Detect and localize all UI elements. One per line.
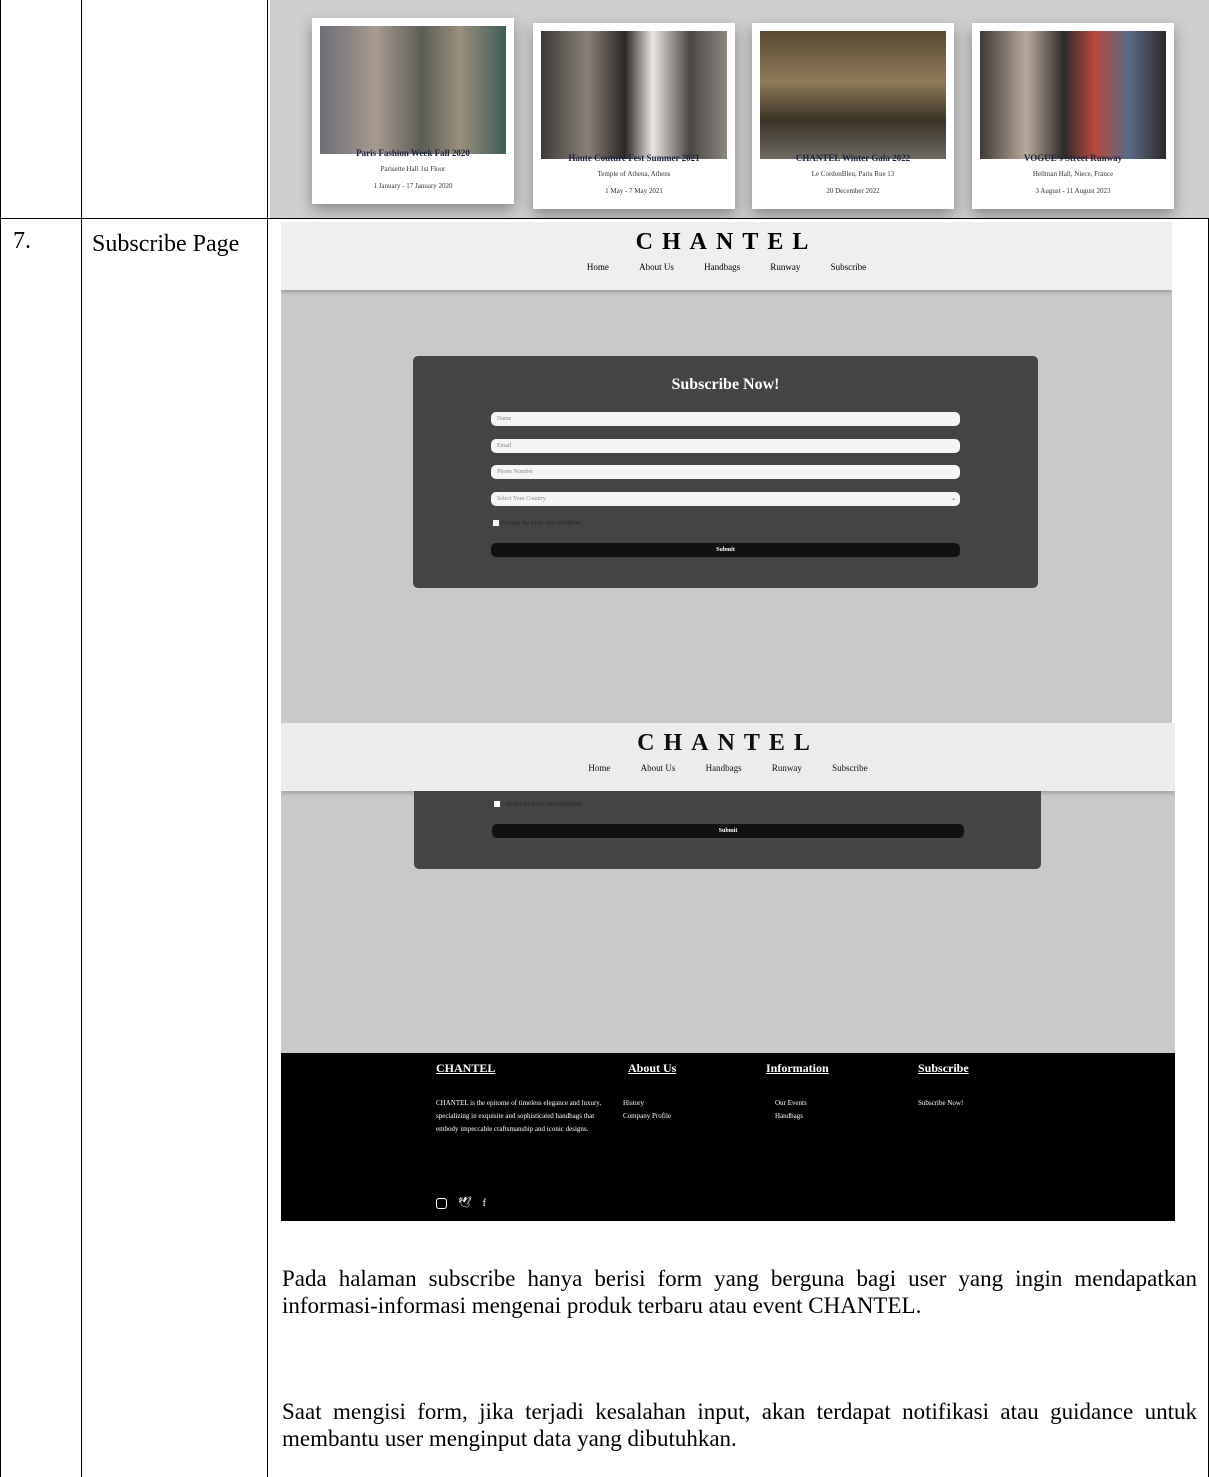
subscribe-page-scrolled-screenshot: CHANTEL Home About Us Handbags Runway Su… <box>281 723 1175 1221</box>
checkbox-box[interactable] <box>494 801 500 807</box>
name-input[interactable]: Name <box>491 412 960 426</box>
event-dates: 3 August - 11 August 2023 <box>1035 187 1111 195</box>
table-divider-1 <box>81 0 82 1477</box>
chevron-down-icon: ⌄ <box>950 496 956 502</box>
table-row-separator <box>0 218 1209 219</box>
navbar: CHANTEL Home About Us Handbags Runway Su… <box>281 723 1175 791</box>
footer-link-handbags[interactable]: Handbags <box>775 1110 803 1123</box>
subscribe-form: I accept the terms and conditions Submit <box>414 791 1041 869</box>
nav-menu: Home About Us Handbags Runway Subscribe <box>281 763 1175 773</box>
email-input[interactable]: Email <box>491 439 960 453</box>
phone-input[interactable]: Phone Number <box>491 465 960 479</box>
instagram-icon[interactable] <box>436 1197 447 1209</box>
event-card[interactable]: CHANTEL Winter Gala 2022 Le CordonBleu, … <box>752 23 954 209</box>
subscribe-page-screenshot: CHANTEL Home About Us Handbags Runway Su… <box>281 222 1172 724</box>
event-title: Haute Couture Fest Summer 2021 <box>568 153 700 163</box>
country-select-value: Select Your Country <box>497 496 546 502</box>
terms-label: I accept the terms and conditions <box>502 801 582 808</box>
country-select[interactable]: Select Your Country ⌄ <box>491 492 960 506</box>
description-paragraph-2: Saat mengisi form, jika terjadi kesalaha… <box>282 1399 1197 1451</box>
event-photo <box>320 26 506 154</box>
event-title: CHANTEL Winter Gala 2022 <box>795 153 911 163</box>
footer-link-our-events[interactable]: Our Events <box>775 1097 807 1110</box>
table-border-left <box>0 0 1 1477</box>
submit-button[interactable]: Submit <box>492 824 964 838</box>
event-card[interactable]: Paris Fashion Week Fall 2020 Parisette H… <box>312 18 514 204</box>
footer-heading-about-us: About Us <box>628 1061 677 1075</box>
event-card[interactable]: VOGUE's Street Runway Hellman Hall, Niec… <box>972 23 1174 209</box>
terms-checkbox[interactable]: I accept the terms and conditions <box>494 801 582 807</box>
site-logo[interactable]: CHANTEL <box>281 229 1172 256</box>
nav-handbags[interactable]: Handbags <box>706 763 742 773</box>
footer-link-subscribe-now[interactable]: Subscribe Now! <box>918 1097 963 1110</box>
row-number: 7. <box>13 228 31 254</box>
event-photo <box>760 31 946 159</box>
footer-link-history[interactable]: History <box>623 1097 644 1110</box>
event-location: Hellman Hall, Niece, France <box>1032 170 1114 178</box>
nav-about-us[interactable]: About Us <box>641 763 676 773</box>
event-card[interactable]: Haute Couture Fest Summer 2021 Temple of… <box>533 23 735 209</box>
event-photo <box>541 31 727 159</box>
nav-subscribe[interactable]: Subscribe <box>832 763 868 773</box>
subscribe-form: Subscribe Now! Name Email Phone Number S… <box>413 356 1038 588</box>
nav-about-us[interactable]: About Us <box>639 262 674 272</box>
event-title: VOGUE's Street Runway <box>1023 153 1123 163</box>
footer-about-text: CHANTEL is the epitome of timeless elega… <box>436 1099 602 1133</box>
checkbox-box[interactable] <box>493 520 499 526</box>
row-title: Subscribe Page <box>92 231 240 257</box>
footer-heading-information: Information <box>766 1061 829 1075</box>
nav-home[interactable]: Home <box>588 763 610 773</box>
event-title: Paris Fashion Week Fall 2020 <box>356 148 470 158</box>
nav-runway[interactable]: Runway <box>772 763 802 773</box>
nav-home[interactable]: Home <box>587 262 609 272</box>
form-title: Subscribe Now! <box>671 376 780 393</box>
event-photo <box>980 31 1166 159</box>
nav-subscribe[interactable]: Subscribe <box>831 262 867 272</box>
nav-menu: Home About Us Handbags Runway Subscribe <box>281 262 1172 272</box>
footer-heading-subscribe: Subscribe <box>918 1061 969 1075</box>
terms-label: I accept the terms and conditions <box>501 520 581 527</box>
table-divider-2 <box>267 0 268 1477</box>
description-paragraph-1: Pada halaman subscribe hanya berisi form… <box>282 1266 1197 1318</box>
events-gallery-screenshot: Paris Fashion Week Fall 2020 Parisette H… <box>270 0 1209 218</box>
submit-button[interactable]: Submit <box>491 543 960 557</box>
terms-checkbox[interactable]: I accept the terms and conditions <box>493 520 581 526</box>
event-location: Temple of Athena, Athens <box>597 170 671 178</box>
social-icons: 🕊 f <box>436 1196 486 1209</box>
event-dates: 1 May - 7 May 2021 <box>605 187 663 195</box>
nav-handbags[interactable]: Handbags <box>704 262 740 272</box>
event-dates: 20 December 2022 <box>826 187 880 195</box>
facebook-icon[interactable]: f <box>482 1197 486 1209</box>
event-location: Le CordonBleu, Paris Rue 13 <box>811 170 895 178</box>
footer-heading-chantel: CHANTEL <box>436 1061 496 1075</box>
site-footer: CHANTEL CHANTEL is the epitome of timele… <box>281 1053 1175 1221</box>
nav-runway[interactable]: Runway <box>770 262 800 272</box>
event-dates: 1 January - 17 January 2020 <box>373 182 453 190</box>
twitter-icon[interactable]: 🕊 <box>458 1197 472 1209</box>
footer-link-company-profile[interactable]: Company Profile <box>623 1110 671 1123</box>
navbar: CHANTEL Home About Us Handbags Runway Su… <box>281 222 1172 290</box>
site-logo[interactable]: CHANTEL <box>281 730 1175 757</box>
event-location: Parisette Hall 1st Floor <box>380 165 446 173</box>
